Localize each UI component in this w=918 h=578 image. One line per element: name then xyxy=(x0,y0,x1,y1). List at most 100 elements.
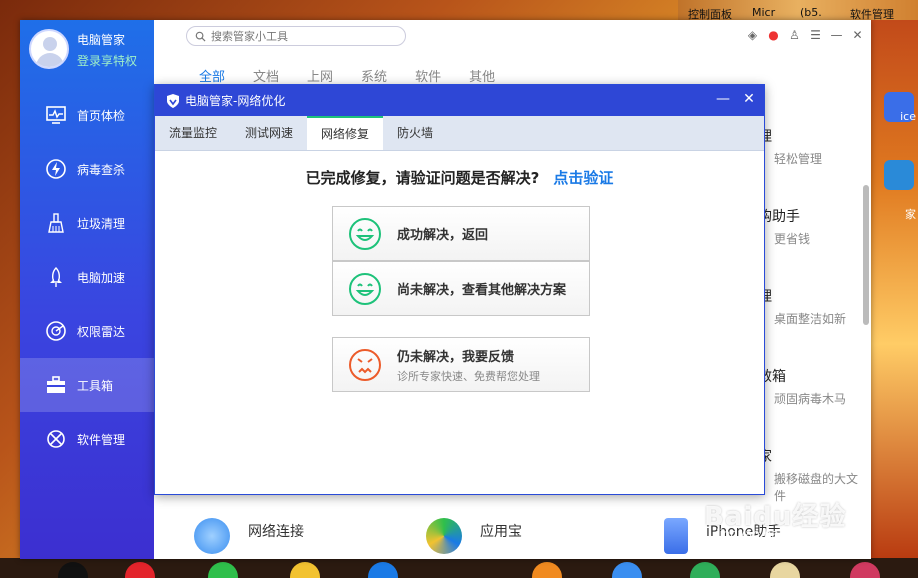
tool-title: 理 xyxy=(758,289,772,305)
monitor-icon xyxy=(46,106,66,124)
sidebar-item-radar[interactable]: 权限雷达 xyxy=(20,304,154,358)
taskbar-app-icon[interactable] xyxy=(125,562,155,578)
taskbar-app-icon[interactable] xyxy=(690,562,720,578)
tab-firewall[interactable]: 防火墙 xyxy=(383,116,447,150)
search-icon xyxy=(195,31,206,42)
taskbar-app-icon[interactable] xyxy=(58,562,88,578)
radar-icon xyxy=(46,321,66,341)
tool-desc: 轻松管理 xyxy=(774,152,823,166)
scrollbar[interactable] xyxy=(863,185,869,325)
menu-icon[interactable]: ☰ xyxy=(808,27,823,42)
tool-title: 购助手 xyxy=(758,209,800,225)
login-link[interactable]: 登录享特权 xyxy=(77,52,137,69)
tab-network-repair[interactable]: 网络修复 xyxy=(307,116,384,150)
sidebar-item-label: 权限雷达 xyxy=(77,324,126,339)
option-label: 仍未解决，我要反馈 xyxy=(397,349,515,365)
tool-desc: 桌面整洁如新 xyxy=(774,312,847,326)
tool-item[interactable]: 理 桌面整洁如新 xyxy=(758,286,846,327)
desktop-app-icon[interactable] xyxy=(884,160,914,190)
dialog-tabs: 流量监控 测试网速 网络修复 防火墙 xyxy=(155,116,764,151)
shirt-icon[interactable]: ♙ xyxy=(787,27,802,42)
happy-face-icon xyxy=(349,217,381,250)
notification-icon[interactable]: ● xyxy=(766,27,781,42)
phone-icon xyxy=(664,518,688,554)
sidebar: 电脑管家 登录享特权 首页体检 病毒查杀 垃圾清理 电脑加速 权限雷达 工具箱 … xyxy=(20,20,154,559)
shield-icon xyxy=(167,93,179,108)
option-label: 成功解决，返回 xyxy=(397,228,489,243)
solved-return-button[interactable]: 成功解决，返回 xyxy=(332,206,590,261)
app-store-icon xyxy=(426,518,462,554)
tool-desc: 更省钱 xyxy=(774,232,811,246)
option-sublabel: 诊所专家快速、免费帮您处理 xyxy=(397,369,540,383)
sidebar-nav: 首页体检 病毒查杀 垃圾清理 电脑加速 权限雷达 工具箱 软件管理 xyxy=(20,88,154,466)
sidebar-item-label: 病毒查杀 xyxy=(77,162,126,177)
rocket-icon xyxy=(50,267,62,287)
tool-title: 救箱 xyxy=(758,369,786,385)
desktop-right-strip: ice 家 xyxy=(870,20,918,560)
sidebar-item-virus[interactable]: 病毒查杀 xyxy=(20,142,154,196)
tool-app-store[interactable]: 应用宝 xyxy=(426,518,522,554)
taskbar-app-icon[interactable] xyxy=(612,562,642,578)
tool-label: 应用宝 xyxy=(480,524,522,540)
tool-title: 家 xyxy=(758,449,772,465)
question-text: 已完成修复，请验证问题是否解决? xyxy=(305,169,540,187)
tool-title: 理 xyxy=(758,129,772,145)
tab-traffic-monitor[interactable]: 流量监控 xyxy=(155,116,231,150)
search-input[interactable] xyxy=(211,29,391,43)
sidebar-item-label: 工具箱 xyxy=(77,378,114,393)
sidebar-item-checkup[interactable]: 首页体检 xyxy=(20,88,154,142)
desktop-label: (b5. xyxy=(800,6,822,19)
taskbar-app-icon[interactable] xyxy=(850,562,880,578)
window-controls: ◈ ● ♙ ☰ — ✕ xyxy=(745,27,865,42)
app-name: 电脑管家 xyxy=(77,33,126,47)
sidebar-item-label: 电脑加速 xyxy=(77,270,126,285)
happy-face-icon xyxy=(349,272,381,305)
sidebar-item-label: 软件管理 xyxy=(77,432,126,447)
desktop-label: Micr xyxy=(752,6,776,19)
sidebar-item-label: 垃圾清理 xyxy=(77,216,126,231)
sidebar-item-label: 首页体检 xyxy=(77,108,126,123)
desktop-top-strip: 控制面板 Micr (b5. 软件管理 xyxy=(678,0,918,21)
view-other-solutions-button[interactable]: 尚未解决，查看其他解决方案 xyxy=(332,261,590,316)
taskbar-app-icon[interactable] xyxy=(770,562,800,578)
globe-icon xyxy=(194,518,230,554)
taskbar-app-icon[interactable] xyxy=(532,562,562,578)
dialog-title: 电脑管家-网络优化 xyxy=(185,94,286,108)
toolbox-icon xyxy=(47,376,65,393)
verify-link[interactable]: 点击验证 xyxy=(553,169,613,187)
avatar[interactable] xyxy=(29,29,69,69)
angry-face-icon xyxy=(349,348,381,381)
skin-icon[interactable]: ◈ xyxy=(745,27,760,42)
verify-question: 已完成修复，请验证问题是否解决? 点击验证 xyxy=(155,167,764,188)
dialog-close-button[interactable]: ✕ xyxy=(742,91,756,107)
dialog-minimize-button[interactable]: — xyxy=(716,91,730,107)
tool-network-connection[interactable]: 网络连接 xyxy=(194,518,304,554)
apps-icon xyxy=(47,430,65,448)
dialog-titlebar: 电脑管家-网络优化 — ✕ xyxy=(155,85,764,116)
sidebar-item-toolbox[interactable]: 工具箱 xyxy=(20,358,154,412)
taskbar-app-icon[interactable] xyxy=(290,562,320,578)
desktop-label: 家 xyxy=(905,208,916,221)
sidebar-item-speedup[interactable]: 电脑加速 xyxy=(20,250,154,304)
sidebar-item-cleanup[interactable]: 垃圾清理 xyxy=(20,196,154,250)
watermark-url: jingyan.baidu.com xyxy=(716,527,827,541)
tool-item[interactable]: 购助手 更省钱 xyxy=(758,206,810,247)
broom-icon xyxy=(48,213,64,233)
feedback-button[interactable]: 仍未解决，我要反馈 诊所专家快速、免费帮您处理 xyxy=(332,337,590,392)
tool-item[interactable]: 理 轻松管理 xyxy=(758,126,822,167)
tool-item[interactable]: 救箱 顽固病毒木马 xyxy=(758,366,846,407)
taskbar-app-icon[interactable] xyxy=(368,562,398,578)
taskbar xyxy=(0,558,918,578)
taskbar-app-icon[interactable] xyxy=(208,562,238,578)
option-label: 尚未解决，查看其他解决方案 xyxy=(397,283,567,298)
tool-desc: 顽固病毒木马 xyxy=(774,392,847,406)
dialog-body: 已完成修复，请验证问题是否解决? 点击验证 成功解决，返回 尚未解决，查看其他解决… xyxy=(155,151,764,495)
close-button[interactable]: ✕ xyxy=(850,27,865,42)
desktop-label: ice xyxy=(900,110,916,123)
tool-label: 网络连接 xyxy=(248,524,304,540)
search-box[interactable] xyxy=(186,26,406,46)
network-optimization-dialog: 电脑管家-网络优化 — ✕ 流量监控 测试网速 网络修复 防火墙 已完成修复，请… xyxy=(154,84,765,495)
sidebar-item-software[interactable]: 软件管理 xyxy=(20,412,154,466)
minimize-button[interactable]: — xyxy=(829,27,844,42)
tab-speed-test[interactable]: 测试网速 xyxy=(231,116,307,150)
